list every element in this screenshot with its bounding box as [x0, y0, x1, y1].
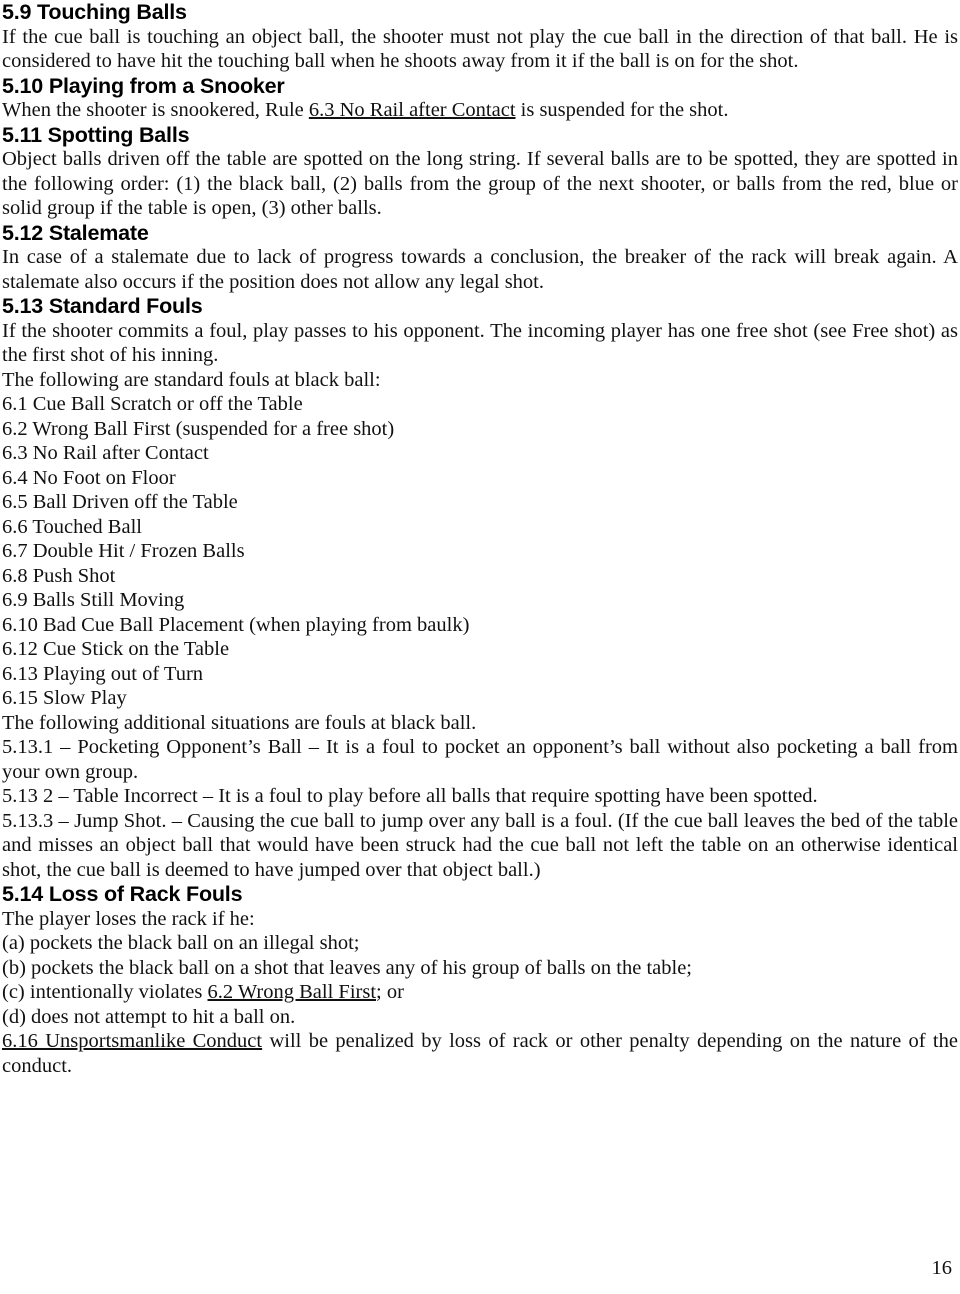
section-heading-5-13: 5.13 Standard Fouls — [2, 294, 203, 318]
section-heading-5-12: 5.12 Stalemate — [2, 220, 149, 245]
section-body-5-9: If the cue ball is touching an object ba… — [2, 25, 958, 73]
loss-of-rack-item-b: (b) pockets the black ball on a shot tha… — [2, 956, 692, 979]
section-heading-5-11: 5.11 Spotting Balls — [2, 122, 190, 147]
link-rule-6-16[interactable]: 6.16 Unsportsmanlike Conduct — [2, 1030, 262, 1052]
foul-list-item: 6.1 Cue Ball Scratch or off the Table — [2, 393, 303, 415]
foul-list-item: 6.3 No Rail after Contact — [2, 442, 209, 464]
section-body-5-13-intro: If the shooter commits a foul, play pass… — [2, 319, 958, 367]
link-rule-6-2[interactable]: 6.2 Wrong Ball First — [208, 981, 377, 1003]
foul-list-item: 6.15 Slow Play — [2, 687, 127, 709]
foul-list-item: 6.6 Touched Ball — [2, 515, 142, 538]
foul-list-item: 6.10 Bad Cue Ball Placement (when playin… — [2, 613, 470, 636]
foul-list-item: 6.7 Double Hit / Frozen Balls — [2, 540, 245, 562]
section-body-5-13-list-intro: The following are standard fouls at blac… — [2, 368, 381, 391]
section-body-5-11: Object balls driven off the table are sp… — [2, 148, 958, 219]
unsportsmanlike-conduct-paragraph: 6.16 Unsportsmanlike Conduct will be pen… — [2, 1029, 958, 1078]
section-heading-5-10: 5.10 Playing from a Snooker — [2, 73, 285, 98]
additional-foul-5-13-1: 5.13.1 – Pocketing Opponent’s Ball – It … — [2, 736, 958, 783]
loss-of-rack-item-c: (c) intentionally violates 6.2 Wrong Bal… — [2, 980, 958, 1005]
page-number: 16 — [931, 1257, 953, 1279]
loss-of-rack-item-d: (d) does not attempt to hit a ball on. — [2, 1005, 296, 1028]
additional-fouls-intro: The following additional situations are … — [2, 711, 477, 734]
foul-list-item: 6.5 Ball Driven off the Table — [2, 491, 238, 513]
text-after-link: is suspended for the shot. — [515, 99, 729, 121]
page-content: 5.9 Touching Balls If the cue ball is to… — [2, 0, 958, 1078]
loss-of-rack-item-a: (a) pockets the black ball on an illegal… — [2, 932, 360, 954]
text-after-link: ; or — [376, 981, 404, 1003]
additional-foul-5-13-3: 5.13.3 – Jump Shot. – Causing the cue ba… — [2, 809, 958, 881]
additional-foul-5-13-2: 5.13 2 – Table Incorrect – It is a foul … — [2, 785, 818, 807]
link-rule-6-3[interactable]: 6.3 No Rail after Contact — [309, 99, 516, 121]
foul-list-item: 6.4 No Foot on Floor — [2, 466, 176, 489]
foul-list-item: 6.8 Push Shot — [2, 564, 116, 587]
foul-list-item: 6.2 Wrong Ball First (suspended for a fr… — [2, 417, 395, 440]
section-body-5-10: When the shooter is snookered, Rule 6.3 … — [2, 98, 958, 123]
foul-list-item: 6.13 Playing out of Turn — [2, 662, 204, 685]
document-page: 5.9 Touching Balls If the cue ball is to… — [0, 0, 960, 1294]
section-heading-5-9: 5.9 Touching Balls — [2, 0, 187, 24]
text-before-link: When the shooter is snookered, Rule — [2, 99, 309, 121]
foul-list-item: 6.12 Cue Stick on the Table — [2, 638, 230, 660]
loss-of-rack-intro: The player loses the rack if he: — [2, 907, 255, 930]
foul-list-item: 6.9 Balls Still Moving — [2, 589, 185, 611]
section-heading-5-14: 5.14 Loss of Rack Fouls — [2, 882, 243, 906]
text-before-link: (c) intentionally violates — [2, 981, 208, 1003]
section-body-5-12: In case of a stalemate due to lack of pr… — [2, 246, 958, 293]
